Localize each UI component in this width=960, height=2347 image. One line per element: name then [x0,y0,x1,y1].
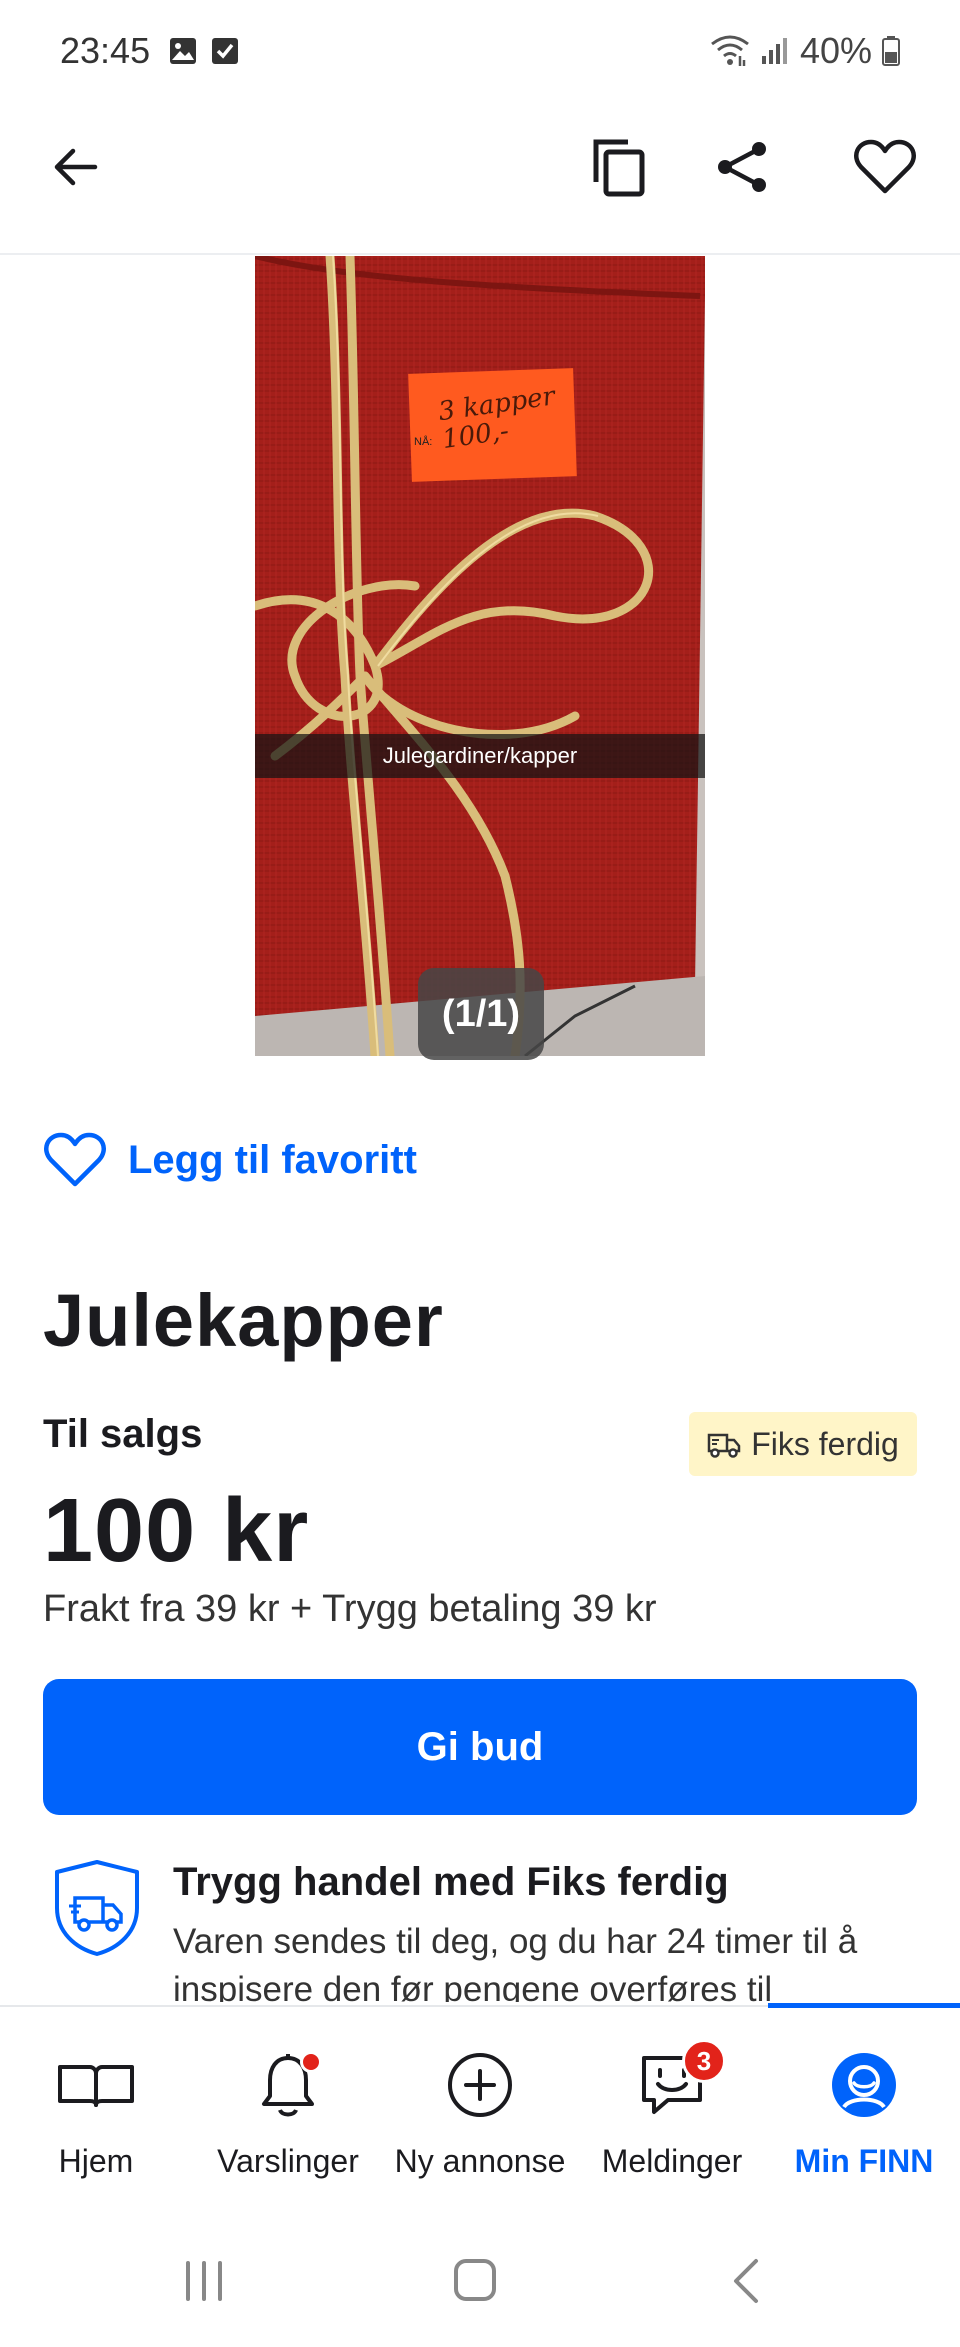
safe-trade-text: Varen sendes til deg, og du har 24 timer… [173,1922,858,2002]
share-icon [718,142,766,192]
home-button[interactable] [452,2257,498,2308]
book-icon [56,2045,136,2125]
nav-item-min-finn[interactable]: Min FINN [768,2007,960,2207]
nav-item-ny-annonse[interactable]: Ny annonse [384,2007,576,2207]
bid-button[interactable]: Gi bud [43,1679,917,1815]
battery-percent: 40% [799,30,872,71]
sale-label: Til salgs [43,1412,203,1456]
add-favorite-button[interactable]: Legg til favoritt [44,1132,417,1188]
nav-label-varslinger: Varslinger [217,2143,359,2179]
battery-icon [882,36,900,66]
fiks-ferdig-badge: Fiks ferdig [689,1412,917,1476]
nav-label-hjem: Hjem [58,2143,134,2179]
wifi-icon [711,35,749,66]
heart-icon [854,139,916,194]
fiks-ferdig-label: Fiks ferdig [751,1425,899,1462]
bell-icon [258,2045,322,2125]
back-arrow-icon [54,148,98,186]
status-notification-icons [168,36,240,66]
app-bar [0,100,960,255]
shield-truck-icon [55,1860,139,1956]
photo-tag-small: NÅ: [414,436,433,448]
heart-outline-icon [44,1132,106,1187]
chevron-left-icon [734,2259,758,2303]
system-back-button[interactable] [728,2257,762,2310]
image-caption: Julegardiner/kapper [255,734,705,778]
add-favorite-label: Legg til favoritt [128,1137,417,1182]
checkbox-icon [212,38,238,64]
system-nav-bar [0,2215,960,2347]
nav-label-meldinger: Meldinger [601,2143,743,2179]
messages-count-badge: 3 [682,2039,726,2083]
shipping-info: Frakt fra 39 kr + Trygg betaling 39 kr [43,1588,657,1630]
notification-dot [300,2051,322,2073]
safe-trade-info[interactable]: Trygg handel med Fiks ferdig Varen sende… [43,1852,923,2002]
recent-apps-icon [186,2261,222,2301]
gallery-icon [170,38,196,64]
status-time: 23:45 [60,30,151,71]
recent-apps-button[interactable] [180,2259,228,2308]
nav-item-meldinger[interactable]: 3 Meldinger [576,2007,768,2207]
safe-trade-title: Trygg handel med Fiks ferdig [173,1860,729,1904]
status-right: 40% [710,30,900,72]
nav-label-min-finn: Min FINN [794,2143,934,2179]
listing-image[interactable]: Julegardiner/kapper [255,256,705,1056]
home-square-icon [454,2259,496,2301]
profile-icon [830,2045,898,2125]
favorite-toolbar-button[interactable] [845,127,925,207]
listing-title: Julekapper [43,1279,444,1362]
nav-item-varslinger[interactable]: Varslinger [192,2007,384,2207]
product-photo [255,256,705,1056]
nav-label-ny-annonse: Ny annonse [394,2143,566,2179]
delivery-truck-icon [707,1433,741,1458]
price: 100 kr [43,1481,310,1581]
back-button[interactable] [35,127,115,207]
image-counter: (1/1) [418,968,544,1060]
nav-item-hjem[interactable]: Hjem [0,2007,192,2207]
copy-icon [593,139,645,197]
bottom-nav: Hjem Varslinger Ny annonse 3 Meldinger M… [0,2003,960,2215]
share-button[interactable] [703,127,783,207]
status-bar: 23:45 40% [0,0,960,100]
signal-icon [761,38,787,64]
chat-smile-icon: 3 [638,2039,726,2125]
plus-circle-icon [446,2045,514,2125]
copy-button[interactable] [578,127,658,207]
